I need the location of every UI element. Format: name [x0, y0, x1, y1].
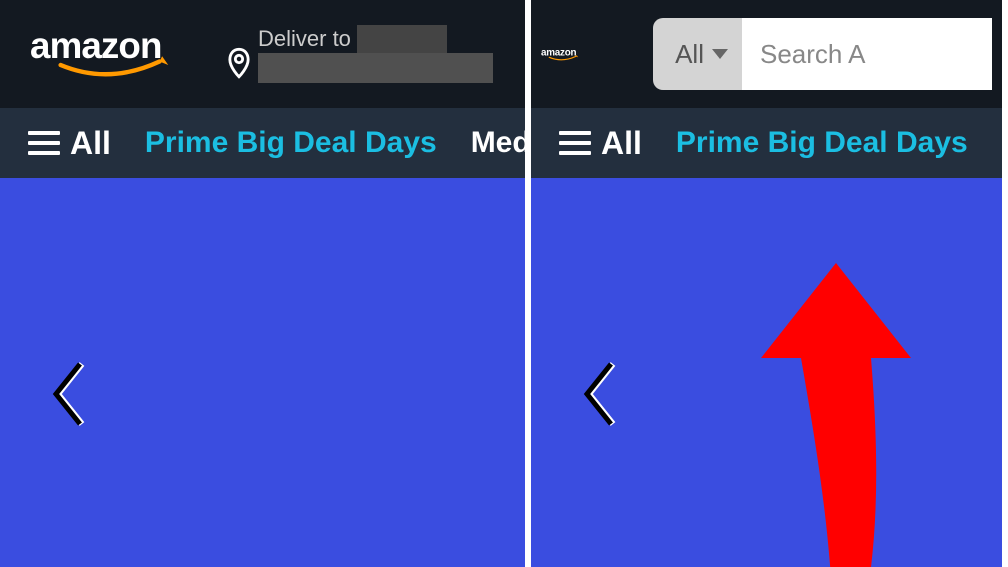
search-input[interactable] — [742, 18, 992, 90]
panel-left: amazon Deliver to All Prime Big Deal Day… — [0, 0, 531, 567]
location-pin-icon — [225, 47, 253, 79]
redacted-address — [258, 53, 493, 83]
header-right: amazon All — [531, 0, 1002, 108]
hero-carousel-right — [531, 178, 1002, 567]
nav-all[interactable]: All — [601, 125, 642, 162]
redacted-name — [357, 25, 447, 53]
search-category-dropdown[interactable]: All — [653, 18, 742, 90]
carousel-prev-button[interactable] — [579, 358, 621, 435]
amazon-logo[interactable]: amazon — [541, 27, 588, 82]
navbar-right: All Prime Big Deal Days Medi — [531, 108, 1002, 178]
deliver-text: Deliver to — [258, 25, 493, 83]
nav-all[interactable]: All — [70, 125, 111, 162]
header-left: amazon Deliver to — [0, 0, 525, 108]
deliver-to-box[interactable]: Deliver to — [225, 25, 493, 83]
deliver-label: Deliver to — [258, 26, 351, 52]
panel-right: amazon All All Prime Big Deal Days Medi — [531, 0, 1002, 567]
nav-prime-big-deal-days[interactable]: Prime Big Deal Days — [145, 126, 437, 160]
nav-prime-big-deal-days[interactable]: Prime Big Deal Days — [676, 126, 968, 160]
navbar-left: All Prime Big Deal Days Medical Ca — [0, 108, 525, 178]
amazon-logo[interactable]: amazon — [30, 27, 205, 82]
svg-text:amazon: amazon — [30, 27, 162, 66]
search-category-label: All — [675, 39, 704, 70]
carousel-prev-button[interactable] — [48, 358, 90, 435]
chevron-down-icon — [712, 49, 728, 59]
chevron-left-icon — [579, 358, 621, 430]
nav-medical[interactable]: Medical Ca — [471, 126, 531, 160]
hamburger-icon[interactable] — [559, 131, 591, 155]
red-arrow-annotation — [761, 263, 921, 567]
search-bar: All — [653, 18, 992, 90]
svg-text:amazon: amazon — [541, 47, 577, 58]
hero-carousel-left — [0, 178, 525, 567]
hamburger-icon[interactable] — [28, 131, 60, 155]
chevron-left-icon — [48, 358, 90, 430]
